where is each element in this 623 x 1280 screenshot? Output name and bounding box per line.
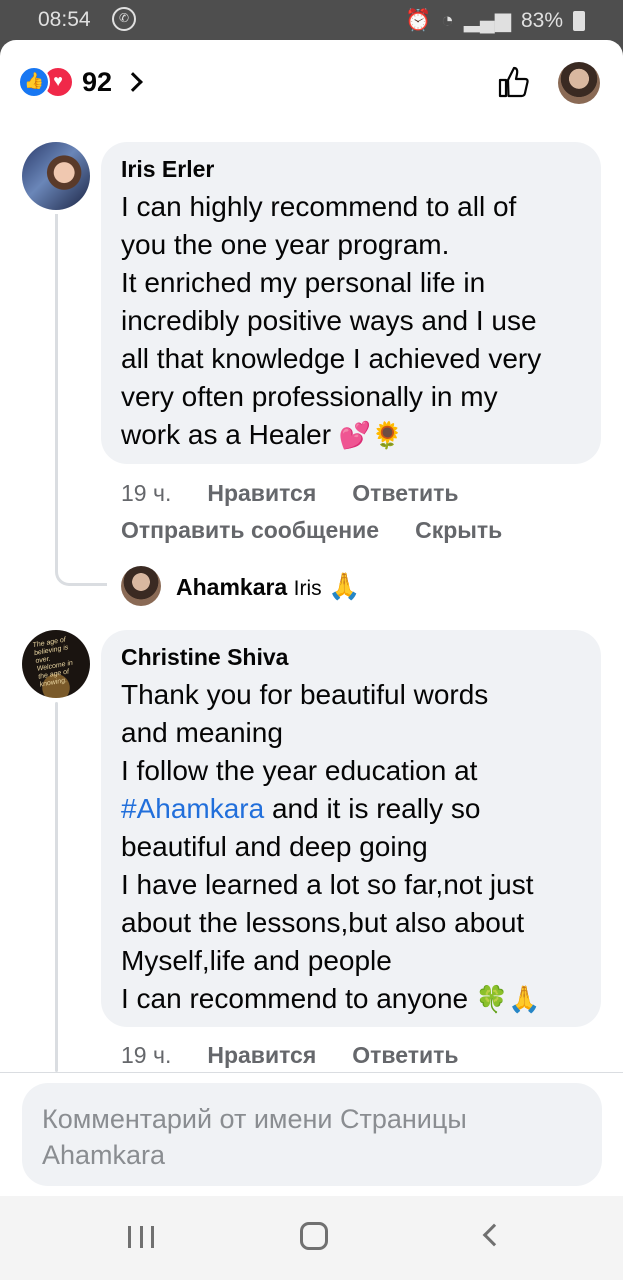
like-reaction-icon: 👍 xyxy=(18,66,50,98)
avatar[interactable]: The age of believing is over. Welcome in… xyxy=(22,630,90,698)
comment-actions: 19 ч. Нравится Ответить xyxy=(121,1042,459,1069)
like-thumb-icon[interactable] xyxy=(496,64,532,100)
reply-author[interactable]: Ahamkara xyxy=(176,574,287,600)
status-time: 08:54 xyxy=(38,8,91,31)
whatsapp-icon: ✆ xyxy=(112,7,136,31)
status-icons: ⏰ ◔ ▂▄▆ 83% xyxy=(405,8,585,33)
hearts-sunflower-emoji: 💕🌻 xyxy=(338,421,404,451)
avatar-caption: The age of believing is over. Welcome in… xyxy=(32,636,74,689)
comment-time[interactable]: 19 ч. xyxy=(121,480,171,507)
like-button[interactable]: Нравится xyxy=(207,480,316,507)
reactions-header: 👍 ♥ 92 xyxy=(0,40,623,124)
battery-icon xyxy=(573,10,585,31)
signal-icon: ▂▄▆ xyxy=(463,9,511,32)
reply-button[interactable]: Ответить xyxy=(352,1042,458,1069)
thread-line xyxy=(55,214,107,586)
recent-apps-icon[interactable] xyxy=(128,1226,154,1248)
reply-preview[interactable]: Ahamkara Iris 🙏 xyxy=(176,572,360,602)
like-button[interactable]: Нравится xyxy=(207,1042,316,1069)
divider xyxy=(0,1072,623,1073)
wifi-icon: ◔ xyxy=(441,8,454,32)
pray-emoji: 🙏 xyxy=(328,572,361,602)
comment-time[interactable]: 19 ч. xyxy=(121,1042,171,1069)
battery-percent: 83% xyxy=(520,8,563,32)
comment-author[interactable]: Christine Shiva xyxy=(121,644,288,671)
reply-text: Iris xyxy=(293,577,322,600)
thread-line xyxy=(55,702,58,1072)
hashtag-link[interactable]: #Ahamkara xyxy=(121,793,264,824)
alarm-icon: ⏰ xyxy=(404,8,432,32)
reaction-count: 92 xyxy=(82,66,113,97)
reply-avatar[interactable] xyxy=(121,566,161,606)
comment-actions-secondary: Отправить сообщение Скрыть xyxy=(121,517,502,544)
comment-text: I can highly recommend to all of you the… xyxy=(121,191,542,451)
back-icon[interactable] xyxy=(482,1223,506,1247)
comment-bubble: Iris Erler I can highly recommend to all… xyxy=(101,142,601,464)
status-bar: 08:54 ✆ ⏰ ◔ ▂▄▆ 83% xyxy=(0,0,623,40)
comment-actions: 19 ч. Нравится Ответить xyxy=(121,480,459,507)
reply-button[interactable]: Ответить xyxy=(352,480,458,507)
page-avatar[interactable] xyxy=(558,62,600,104)
system-nav-bar xyxy=(0,1196,623,1280)
hide-button[interactable]: Скрыть xyxy=(415,517,502,544)
comments-list: Iris Erler I can highly recommend to all… xyxy=(0,124,623,1072)
send-message-button[interactable]: Отправить сообщение xyxy=(121,517,379,544)
comments-sheet: 👍 ♥ 92 Iris Erler I can highly recommend… xyxy=(0,40,623,1280)
reactions-summary[interactable]: 👍 ♥ 92 xyxy=(18,66,143,98)
comment-text: Thank you for beautiful words and meanin… xyxy=(121,679,541,1015)
chevron-right-icon xyxy=(123,72,143,92)
clover-pray-emoji: 🍀🙏 xyxy=(475,985,541,1015)
avatar[interactable] xyxy=(22,142,90,210)
home-icon[interactable] xyxy=(300,1222,328,1250)
comment-bubble: Christine Shiva Thank you for beautiful … xyxy=(101,630,601,1027)
comment-author[interactable]: Iris Erler xyxy=(121,156,214,183)
comment-input[interactable]: Комментарий от имени Страницы Ahamkara xyxy=(22,1083,602,1186)
